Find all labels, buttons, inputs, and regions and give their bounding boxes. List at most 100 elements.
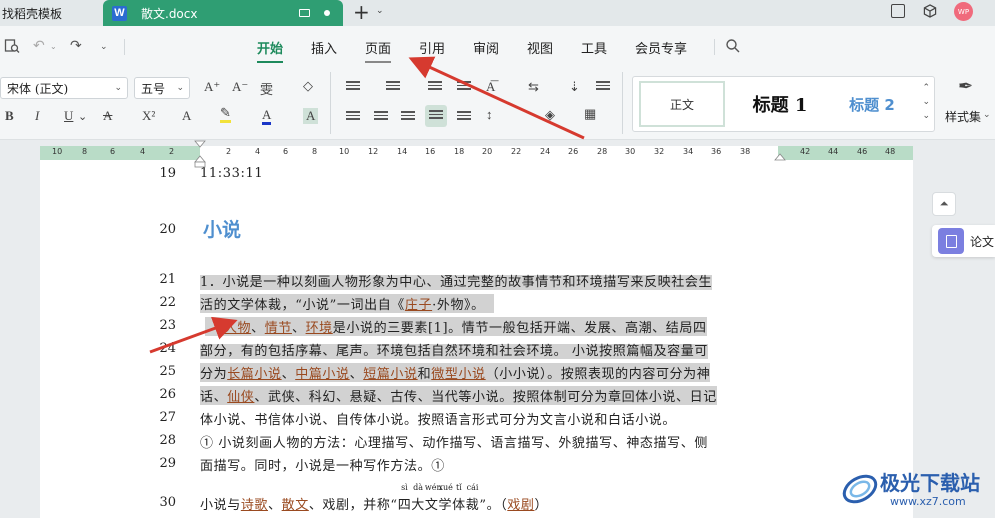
- ruler-tick: 30: [625, 147, 636, 156]
- align-center-icon[interactable]: [374, 111, 388, 123]
- link-plot[interactable]: 情节: [265, 321, 292, 336]
- style-set-icon[interactable]: ✒: [958, 76, 973, 97]
- underline-dropdown-icon[interactable]: ⌄: [78, 110, 87, 123]
- superscript-button[interactable]: X²: [142, 108, 155, 124]
- text-segment: ”。（: [479, 498, 508, 513]
- menu-tab-insert[interactable]: 插入: [311, 38, 337, 57]
- sort-icon[interactable]: ⇆: [528, 79, 539, 95]
- text-line-22: 活的文学体裁，“小说”一词出自《庄子·外物》。: [200, 294, 495, 313]
- link-drama[interactable]: 戏剧: [507, 498, 534, 513]
- chevron-down-icon[interactable]: ⌄: [983, 110, 991, 120]
- link-micro-novel[interactable]: 微型小说: [431, 367, 485, 382]
- font-color-button[interactable]: A: [262, 108, 272, 125]
- paragraph-shading-icon[interactable]: ◈: [545, 107, 555, 123]
- link-environment[interactable]: 环境: [306, 321, 333, 336]
- undo-icon[interactable]: ↶: [33, 38, 45, 54]
- sort-az-icon[interactable]: ⇣: [569, 79, 580, 95]
- ruby-char: sì 四: [397, 483, 412, 513]
- ruby-char: dà 大: [411, 483, 425, 513]
- align-left-icon[interactable]: [346, 111, 360, 123]
- ruler-tick: 6: [110, 147, 116, 156]
- menu-tab-view[interactable]: 视图: [527, 38, 553, 57]
- cube-icon[interactable]: [923, 4, 937, 18]
- collapse-panel-button[interactable]: ⏶: [932, 192, 956, 216]
- link-xianxia[interactable]: 仙侠: [227, 390, 254, 405]
- menu-tab-member[interactable]: 会员专享: [635, 38, 687, 57]
- char-shading-icon[interactable]: A: [303, 108, 319, 124]
- borders-icon[interactable]: ▦: [584, 106, 596, 122]
- style-set-button[interactable]: 样式集: [945, 108, 981, 125]
- ruler-tick: 26: [568, 147, 579, 156]
- text-segment: 活的文学体裁，“小说”一词出自《: [200, 298, 405, 313]
- search-icon[interactable]: [725, 38, 741, 54]
- style-heading-1-label: 标题 1: [752, 95, 808, 116]
- thesis-assistant-button[interactable]: 论文: [932, 225, 995, 257]
- horizontal-ruler[interactable]: 10 8 6 4 2 2 4 6 8 10 12 14 16 18 20 22 …: [40, 146, 913, 160]
- menu-tab-references[interactable]: 引用: [419, 38, 445, 57]
- user-avatar[interactable]: WP: [954, 2, 973, 21]
- line-number: 23: [159, 318, 176, 333]
- window-restore-icon[interactable]: [891, 4, 905, 18]
- numbered-list-icon[interactable]: [386, 81, 400, 93]
- increase-font-button[interactable]: A⁺: [204, 79, 220, 95]
- link-zhuangzi[interactable]: 庄子: [405, 298, 432, 313]
- redo-icon[interactable]: ↷: [70, 38, 82, 54]
- ruler-tick: 22: [511, 147, 522, 156]
- link-prose[interactable]: 散文: [282, 498, 309, 513]
- justify-icon[interactable]: [425, 105, 447, 127]
- text-line-19: 11:33:11: [200, 166, 264, 181]
- text-segment: （小小说）。按照表现的内容可分为神: [485, 367, 711, 382]
- show-marks-icon[interactable]: [596, 81, 610, 93]
- heading-novel[interactable]: 小说: [203, 215, 241, 242]
- text-direction-icon[interactable]: A͞: [486, 79, 495, 95]
- align-right-icon[interactable]: [401, 111, 415, 123]
- monitor-icon[interactable]: [299, 9, 310, 17]
- text-effect-button[interactable]: A: [182, 108, 191, 124]
- undo-dropdown-icon[interactable]: ⌄: [50, 42, 57, 51]
- link-poetry[interactable]: 诗歌: [241, 498, 268, 513]
- style-heading-1[interactable]: 标题 1: [731, 81, 829, 127]
- highlight-color-icon[interactable]: ✎: [220, 106, 231, 123]
- clear-format-icon[interactable]: ◇: [303, 78, 313, 94]
- ruler-tick: 4: [255, 147, 261, 156]
- increase-indent-icon[interactable]: [457, 81, 471, 93]
- link-medium-novel[interactable]: 中篇小说: [295, 367, 349, 382]
- line-number: 29: [159, 456, 176, 471]
- bold-button[interactable]: B: [5, 108, 14, 124]
- link-character[interactable]: 人物: [224, 321, 251, 336]
- strikethrough-button[interactable]: A: [103, 108, 112, 124]
- line-number: 22: [159, 295, 176, 310]
- menu-tab-page[interactable]: 页面: [365, 38, 392, 63]
- decrease-indent-icon[interactable]: [428, 81, 442, 93]
- chevron-down-icon[interactable]: ⌄: [376, 6, 384, 16]
- styles-expand-icon[interactable]: ⌄: [922, 111, 930, 121]
- style-heading-2[interactable]: 标题 2: [833, 81, 911, 127]
- styles-scroll-up-icon[interactable]: ⌃: [922, 83, 930, 93]
- new-tab-plus-icon[interactable]: +: [353, 2, 370, 22]
- chevron-down-icon: ⌄: [114, 83, 122, 93]
- bullet-list-icon[interactable]: [346, 81, 360, 93]
- tab-active-document[interactable]: W 散文.docx: [103, 0, 343, 26]
- menu-tab-review[interactable]: 审阅: [473, 38, 499, 57]
- italic-button[interactable]: I: [35, 108, 39, 124]
- unsaved-dot-icon[interactable]: [324, 10, 330, 16]
- font-name-select[interactable]: 宋体 (正文) ⌄: [0, 77, 128, 99]
- link-short-novel[interactable]: 短篇小说: [363, 367, 417, 382]
- search-doc-icon[interactable]: [4, 38, 20, 54]
- menu-tab-home[interactable]: 开始: [257, 38, 284, 63]
- font-size-select[interactable]: 五号 ⌄: [134, 77, 190, 99]
- phonetic-guide-button[interactable]: 雯: [260, 79, 273, 98]
- style-normal[interactable]: 正文: [639, 81, 725, 127]
- underline-button[interactable]: U: [64, 108, 73, 124]
- ruler-tick: 8: [312, 147, 318, 156]
- tab-template-store[interactable]: 找稻壳模板: [0, 0, 100, 26]
- menu-tab-tools[interactable]: 工具: [581, 38, 607, 57]
- link-long-novel[interactable]: 长篇小说: [227, 367, 281, 382]
- distributed-align-icon[interactable]: [457, 111, 471, 123]
- styles-scroll-down-icon[interactable]: ⌄: [922, 97, 930, 107]
- more-dropdown-icon[interactable]: ⌄: [100, 42, 108, 52]
- ruler-tick: 42: [800, 147, 811, 156]
- text-segment: ）: [534, 498, 549, 513]
- line-spacing-icon[interactable]: ↕: [486, 107, 493, 123]
- decrease-font-button[interactable]: A⁻: [232, 79, 248, 95]
